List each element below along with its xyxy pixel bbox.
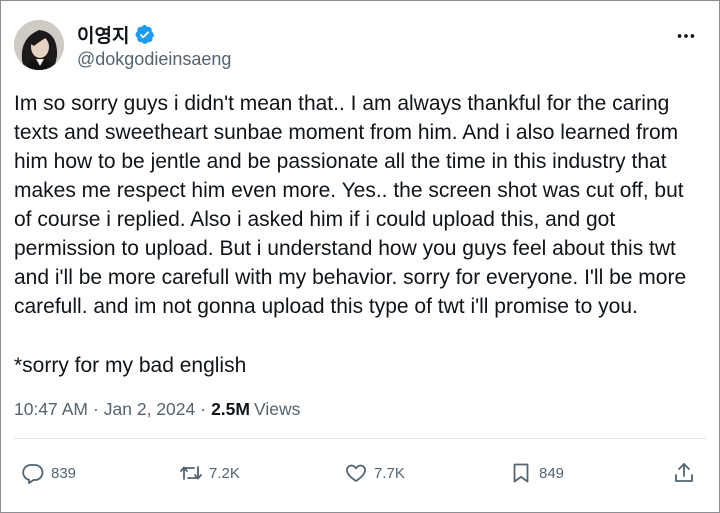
bookmark-button[interactable]: 849 [509, 456, 564, 490]
tweet-footnote: *sorry for my bad english [14, 354, 247, 377]
share-button[interactable] [672, 456, 696, 490]
repost-count: 7.2K [209, 464, 240, 482]
tweet-card: 이영지 @dokgodieinsaeng Im so sorry guys i … [0, 0, 720, 513]
reply-icon [22, 464, 44, 484]
like-button[interactable]: 7.7K [344, 456, 405, 490]
meta-separator: · [92, 399, 99, 419]
heart-icon [346, 464, 366, 482]
like-count: 7.7K [374, 464, 405, 482]
share-icon [675, 463, 693, 482]
tweet-text: Im so sorry guys i didn't mean that.. I … [14, 92, 687, 318]
bookmark-count: 849 [539, 464, 565, 482]
repost-button[interactable]: 7.2K [179, 456, 240, 490]
tweet-date[interactable]: Jan 2, 2024 [104, 399, 195, 420]
more-options-button[interactable] [673, 23, 699, 49]
author-display-name[interactable]: 이영지 [77, 21, 129, 48]
avatar[interactable] [14, 20, 64, 70]
more-dots-icon [677, 34, 695, 38]
divider [14, 438, 706, 439]
reply-count: 839 [51, 464, 77, 482]
views-count[interactable]: 2.5M [211, 399, 250, 420]
author-handle[interactable]: @dokgodieinsaeng [77, 49, 231, 70]
action-bar: 839 7.2K 7.7K 849 [1, 456, 720, 490]
reply-button[interactable]: 839 [21, 456, 76, 490]
repost-icon [180, 466, 202, 480]
views-label: Views [253, 399, 301, 419]
bookmark-icon [513, 463, 529, 483]
verified-badge-icon [135, 25, 155, 44]
avatar-image [14, 20, 64, 70]
author-name-row: 이영지 [77, 21, 155, 48]
tweet-meta: 10:47 AM · Jan 2, 2024 · 2.5M Views [14, 399, 300, 420]
meta-separator: · [200, 399, 207, 419]
tweet-time[interactable]: 10:47 AM [14, 399, 88, 420]
